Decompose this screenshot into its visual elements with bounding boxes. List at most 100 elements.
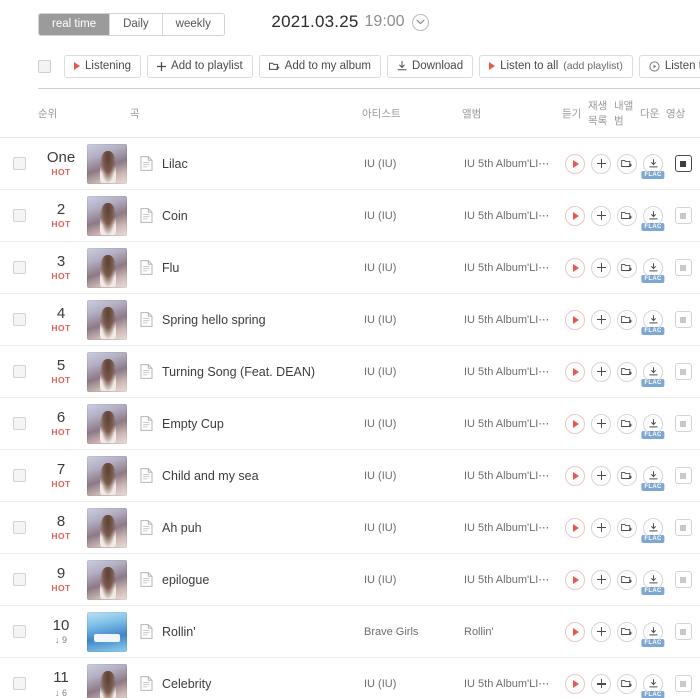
play-button[interactable] [565,465,585,486]
add-to-playlist-button[interactable] [591,517,611,538]
table-row[interactable]: 10 ↓ 9 Rollin' Brave Girls Rollin' FLAC [0,605,700,658]
toolbar-button-add-to-playlist[interactable]: Add to playlist [147,54,253,78]
song-title[interactable]: Flu [162,261,179,275]
period-tab-daily[interactable]: Daily [110,13,163,35]
play-button[interactable] [565,517,585,538]
artist-name[interactable]: Brave Girls [362,626,462,638]
lyrics-icon[interactable] [140,416,153,431]
song-title[interactable]: Child and my sea [162,469,259,483]
table-row[interactable]: One HOT Lilac IU (IU) IU 5th Album'LI⋯ FLAC [0,137,700,190]
lyrics-icon[interactable] [140,624,153,639]
add-to-playlist-button[interactable] [591,465,611,486]
table-row[interactable]: 11 ↓ 6 Celebrity IU (IU) IU 5th Album'LI⋯ FLA… [0,658,700,698]
table-row[interactable]: 7 HOT Child and my sea IU (IU) IU 5th Album'… [0,449,700,502]
album-name[interactable]: IU 5th Album'LI⋯ [462,573,562,586]
row-checkbox[interactable] [12,521,26,534]
album-art-thumbnail[interactable] [87,247,127,288]
album-name[interactable]: IU 5th Album'LI⋯ [462,677,562,690]
period-tab-real-time[interactable]: real time [39,13,111,35]
period-tab-weekly[interactable]: weekly [162,13,224,35]
add-to-playlist-button[interactable] [591,621,611,642]
video-button[interactable] [674,467,692,484]
lyrics-icon[interactable] [140,156,153,171]
toolbar-button-listen-to-all-replace-playlist[interactable]: Listen to all(replace playlist) [638,54,700,78]
video-button[interactable] [674,675,692,693]
add-to-my-album-button[interactable] [617,413,637,434]
song-title[interactable]: epilogue [162,573,209,587]
album-name[interactable]: IU 5th Album'LI⋯ [462,157,562,170]
artist-name[interactable]: IU (IU) [362,522,462,534]
row-checkbox[interactable] [12,573,26,586]
row-checkbox[interactable] [12,365,26,378]
add-to-playlist-button[interactable] [591,569,611,590]
play-button[interactable] [565,413,585,434]
row-checkbox[interactable] [12,417,26,430]
lyrics-icon[interactable] [140,260,153,275]
album-name[interactable]: IU 5th Album'LI⋯ [462,417,562,430]
song-title[interactable]: Spring hello spring [162,313,266,327]
add-to-my-album-button[interactable] [617,205,637,226]
album-art-thumbnail[interactable] [87,455,127,496]
add-to-my-album-button[interactable] [617,361,637,382]
add-to-playlist-button[interactable] [591,257,611,278]
artist-name[interactable]: IU (IU) [362,678,462,690]
toolbar-button-listening[interactable]: Listening [64,54,142,78]
artist-name[interactable]: IU (IU) [362,418,462,430]
add-to-my-album-button[interactable] [617,673,637,694]
toolbar-button-add-to-my-album[interactable]: Add to my album [258,54,381,78]
table-row[interactable]: 5 HOT Turning Song (Feat. DEAN) IU (IU) IU 5… [0,345,700,398]
row-checkbox[interactable] [12,313,26,326]
album-name[interactable]: IU 5th Album'LI⋯ [462,313,562,326]
artist-name[interactable]: IU (IU) [362,366,462,378]
song-title[interactable]: Turning Song (Feat. DEAN) [162,365,315,379]
add-to-my-album-button[interactable] [617,465,637,486]
add-to-playlist-button[interactable] [591,205,611,226]
lyrics-icon[interactable] [140,520,153,535]
chevron-down-icon[interactable] [411,13,429,31]
row-checkbox[interactable] [12,157,26,170]
lyrics-icon[interactable] [140,572,153,587]
table-row[interactable]: 6 HOT Empty Cup IU (IU) IU 5th Album'LI⋯ FLAC [0,397,700,450]
album-art-thumbnail[interactable] [87,507,127,548]
album-name[interactable]: Rollin' [462,626,562,638]
add-to-playlist-button[interactable] [591,673,611,694]
song-title[interactable]: Coin [162,209,188,223]
song-title[interactable]: Lilac [162,157,188,171]
play-button[interactable] [565,153,585,174]
video-button[interactable] [674,259,692,276]
table-row[interactable]: 2 HOT Coin IU (IU) IU 5th Album'LI⋯ FLAC [0,189,700,242]
row-checkbox[interactable] [12,625,26,638]
lyrics-icon[interactable] [140,208,153,223]
album-art-thumbnail[interactable] [87,663,127,698]
video-button[interactable] [674,519,692,536]
toolbar-button-listen-to-all-add-playlist[interactable]: Listen to all (add playlist) [479,54,633,78]
album-name[interactable]: IU 5th Album'LI⋯ [462,209,562,222]
play-button[interactable] [565,205,585,226]
table-row[interactable]: 8 HOT Ah puh IU (IU) IU 5th Album'LI⋯ FLAC [0,501,700,554]
song-title[interactable]: Celebrity [162,677,211,691]
play-button[interactable] [565,309,585,330]
album-name[interactable]: IU 5th Album'LI⋯ [462,469,562,482]
artist-name[interactable]: IU (IU) [362,262,462,274]
add-to-playlist-button[interactable] [591,361,611,382]
add-to-my-album-button[interactable] [617,153,637,174]
play-button[interactable] [565,361,585,382]
video-button[interactable] [674,363,692,380]
artist-name[interactable]: IU (IU) [362,210,462,222]
toolbar-button-download[interactable]: Download [386,54,474,78]
album-art-thumbnail[interactable] [87,611,127,652]
lyrics-icon[interactable] [140,364,153,379]
row-checkbox[interactable] [12,261,26,274]
select-all-checkbox[interactable] [38,59,51,73]
row-checkbox[interactable] [12,209,26,222]
add-to-playlist-button[interactable] [591,309,611,330]
album-art-thumbnail[interactable] [87,559,127,600]
video-button[interactable] [674,415,692,432]
lyrics-icon[interactable] [140,676,153,692]
album-art-thumbnail[interactable] [87,403,127,444]
album-name[interactable]: IU 5th Album'LI⋯ [462,261,562,274]
album-art-thumbnail[interactable] [87,143,127,184]
table-row[interactable]: 3 HOT Flu IU (IU) IU 5th Album'LI⋯ FLAC [0,241,700,294]
add-to-playlist-button[interactable] [591,153,611,174]
add-to-my-album-button[interactable] [617,621,637,642]
